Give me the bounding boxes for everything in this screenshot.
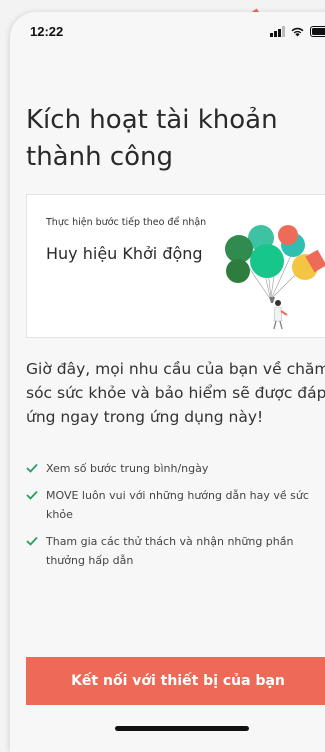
benefit-item: MOVE luôn vui với những hướng dẫn hay về… bbox=[26, 486, 325, 524]
check-icon bbox=[26, 536, 38, 546]
home-indicator bbox=[115, 726, 249, 731]
status-bar: 12:22 bbox=[10, 12, 325, 56]
body-text: Giờ đây, mọi nhu cầu của bạn về chăm sóc… bbox=[26, 357, 325, 429]
badge-card: Thực hiện bước tiếp theo để nhận Huy hiệ… bbox=[26, 194, 325, 338]
wifi-icon bbox=[290, 26, 305, 37]
benefit-item: Xem số bước trung bình/ngày bbox=[26, 459, 325, 478]
badge-card-subtitle: Thực hiện bước tiếp theo để nhận bbox=[46, 217, 206, 228]
cellular-signal-icon bbox=[270, 26, 286, 37]
check-icon bbox=[26, 463, 38, 473]
benefits-list: Xem số bước trung bình/ngày MOVE luôn vu… bbox=[26, 459, 325, 578]
check-icon bbox=[26, 490, 38, 500]
benefit-text: MOVE luôn vui với những hướng dẫn hay về… bbox=[46, 489, 309, 521]
balloons-illustration bbox=[223, 219, 323, 329]
badge-name: Huy hiệu Khởi động bbox=[46, 244, 203, 263]
benefit-item: Tham gia các thử thách và nhận những phầ… bbox=[26, 532, 325, 570]
benefit-text: Tham gia các thử thách và nhận những phầ… bbox=[46, 535, 293, 567]
phone-screen: 12:22 Kích hoạt tài khoản thành công Thự… bbox=[10, 12, 325, 752]
benefit-text: Xem số bước trung bình/ngày bbox=[46, 462, 208, 475]
status-time: 12:22 bbox=[30, 24, 63, 39]
connect-device-button[interactable]: Kết nối với thiết bị của bạn bbox=[26, 657, 325, 705]
page-title: Kích hoạt tài khoản thành công bbox=[26, 102, 325, 176]
battery-icon bbox=[310, 26, 325, 37]
